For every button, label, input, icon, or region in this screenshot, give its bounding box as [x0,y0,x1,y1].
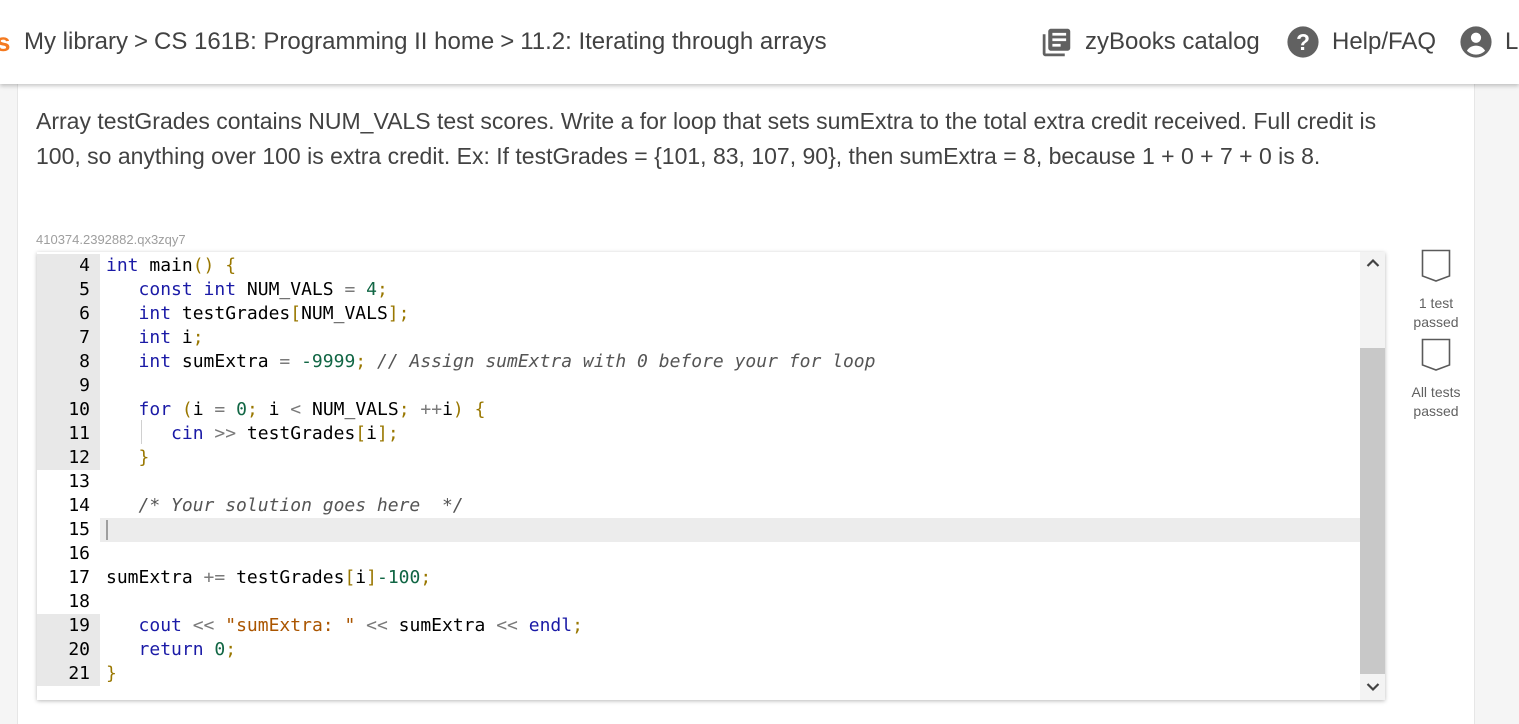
scroll-up-button[interactable] [1360,252,1385,276]
code-line[interactable]: return 0; [106,638,1360,662]
line-number: 6 [37,302,100,326]
code-line[interactable]: cout << "sumExtra: " << sumExtra << endl… [106,614,1360,638]
code-line[interactable] [106,542,1360,566]
line-number: 5 [37,278,100,302]
help-faq-label: Help/FAQ [1332,28,1437,55]
code-line[interactable]: for (i = 0; i < NUM_VALS; ++i) { [106,398,1360,422]
line-number: 17 [68,567,90,588]
breadcrumb-my-library[interactable]: My library [24,28,128,55]
breadcrumb-current-section[interactable]: 11.2: Iterating through arrays [520,28,826,55]
chevron-up-icon [1366,255,1380,273]
test-badge-label: passed [1413,403,1459,419]
code-line[interactable]: int main() { [106,254,1360,278]
chevron-down-icon [1366,679,1380,697]
line-number: 20 [37,638,100,662]
zybooks-logo[interactable]: s [0,27,10,57]
line-number: 19 [37,614,100,638]
zybooks-catalog-link[interactable]: zyBooks catalog [1040,24,1260,60]
top-header: s My library > CS 161B: Programming II hom… [0,0,1519,84]
code-line[interactable]: const int NUM_VALS = 4; [106,278,1360,302]
line-number: 15 [68,519,90,540]
line-number: 9 [37,374,100,398]
code-editor[interactable]: 4 5 6 7 8 9 10 11 12 13 14 15 16 17 18 19 20 21 int main(… [37,252,1385,700]
test-badge-icon [1405,338,1467,377]
code-line[interactable] [106,590,1360,614]
line-number: 14 [68,495,90,516]
code-line[interactable] [106,374,1360,398]
challenge-code-id: 410374.2392882.qx3zqy7 [36,232,186,247]
code-line[interactable]: /* Your solution goes here */ [106,494,1360,518]
breadcrumb: My library > CS 161B: Programming II home >… [24,28,827,56]
svg-text:?: ? [1296,29,1310,55]
help-faq-link[interactable]: ? Help/FAQ [1286,24,1436,60]
breadcrumb-separator: > [134,28,149,55]
line-number: 12 [37,446,100,470]
test-badge-label: All tests [1411,384,1461,400]
code-line[interactable]: cin >> testGrades[i]; [106,422,1360,446]
zybooks-catalog-label: zyBooks catalog [1085,28,1260,55]
code-line[interactable]: sumExtra += testGrades[i]-100; [106,566,1360,590]
user-menu[interactable]: L [1459,24,1518,60]
test-badge-label: passed [1413,314,1459,330]
line-number: 13 [68,471,90,492]
user-name-partial: L [1505,28,1519,55]
library-book-icon [1040,26,1073,59]
line-number: 7 [37,326,100,350]
code-line[interactable]: } [106,662,1360,686]
breadcrumb-separator: > [500,28,515,55]
line-number: 4 [37,254,100,278]
code-line[interactable]: int i; [106,326,1360,350]
test-badge-label: 1 test [1418,295,1454,311]
challenge-prompt: Array testGrades contains NUM_VALS test … [36,108,1377,169]
test-badge-1-test: 1 test passed [1405,249,1467,332]
code-line[interactable]: } [106,446,1360,470]
test-badge-all-tests: All tests passed [1405,338,1467,421]
line-number: 11 [37,422,100,446]
line-number: 21 [37,662,100,686]
breadcrumb-course-home[interactable]: CS 161B: Programming II home [154,28,494,55]
line-number: 8 [37,350,100,374]
editor-scrollbar[interactable] [1360,252,1385,700]
line-number: 18 [68,591,90,612]
line-number: 10 [37,398,100,422]
test-badge-icon [1405,249,1467,288]
scrollbar-thumb[interactable] [1360,348,1385,674]
question-circle-icon: ? [1286,25,1320,59]
line-number: 16 [68,543,90,564]
code-line[interactable]: int sumExtra = -9999; // Assign sumExtra… [106,350,1360,374]
code-line[interactable] [106,470,1360,494]
code-line[interactable]: int testGrades[NUM_VALS]; [106,302,1360,326]
code-line[interactable] [106,518,1360,542]
text-cursor [106,520,108,540]
scroll-down-button[interactable] [1360,676,1385,700]
account-circle-icon [1459,25,1493,59]
